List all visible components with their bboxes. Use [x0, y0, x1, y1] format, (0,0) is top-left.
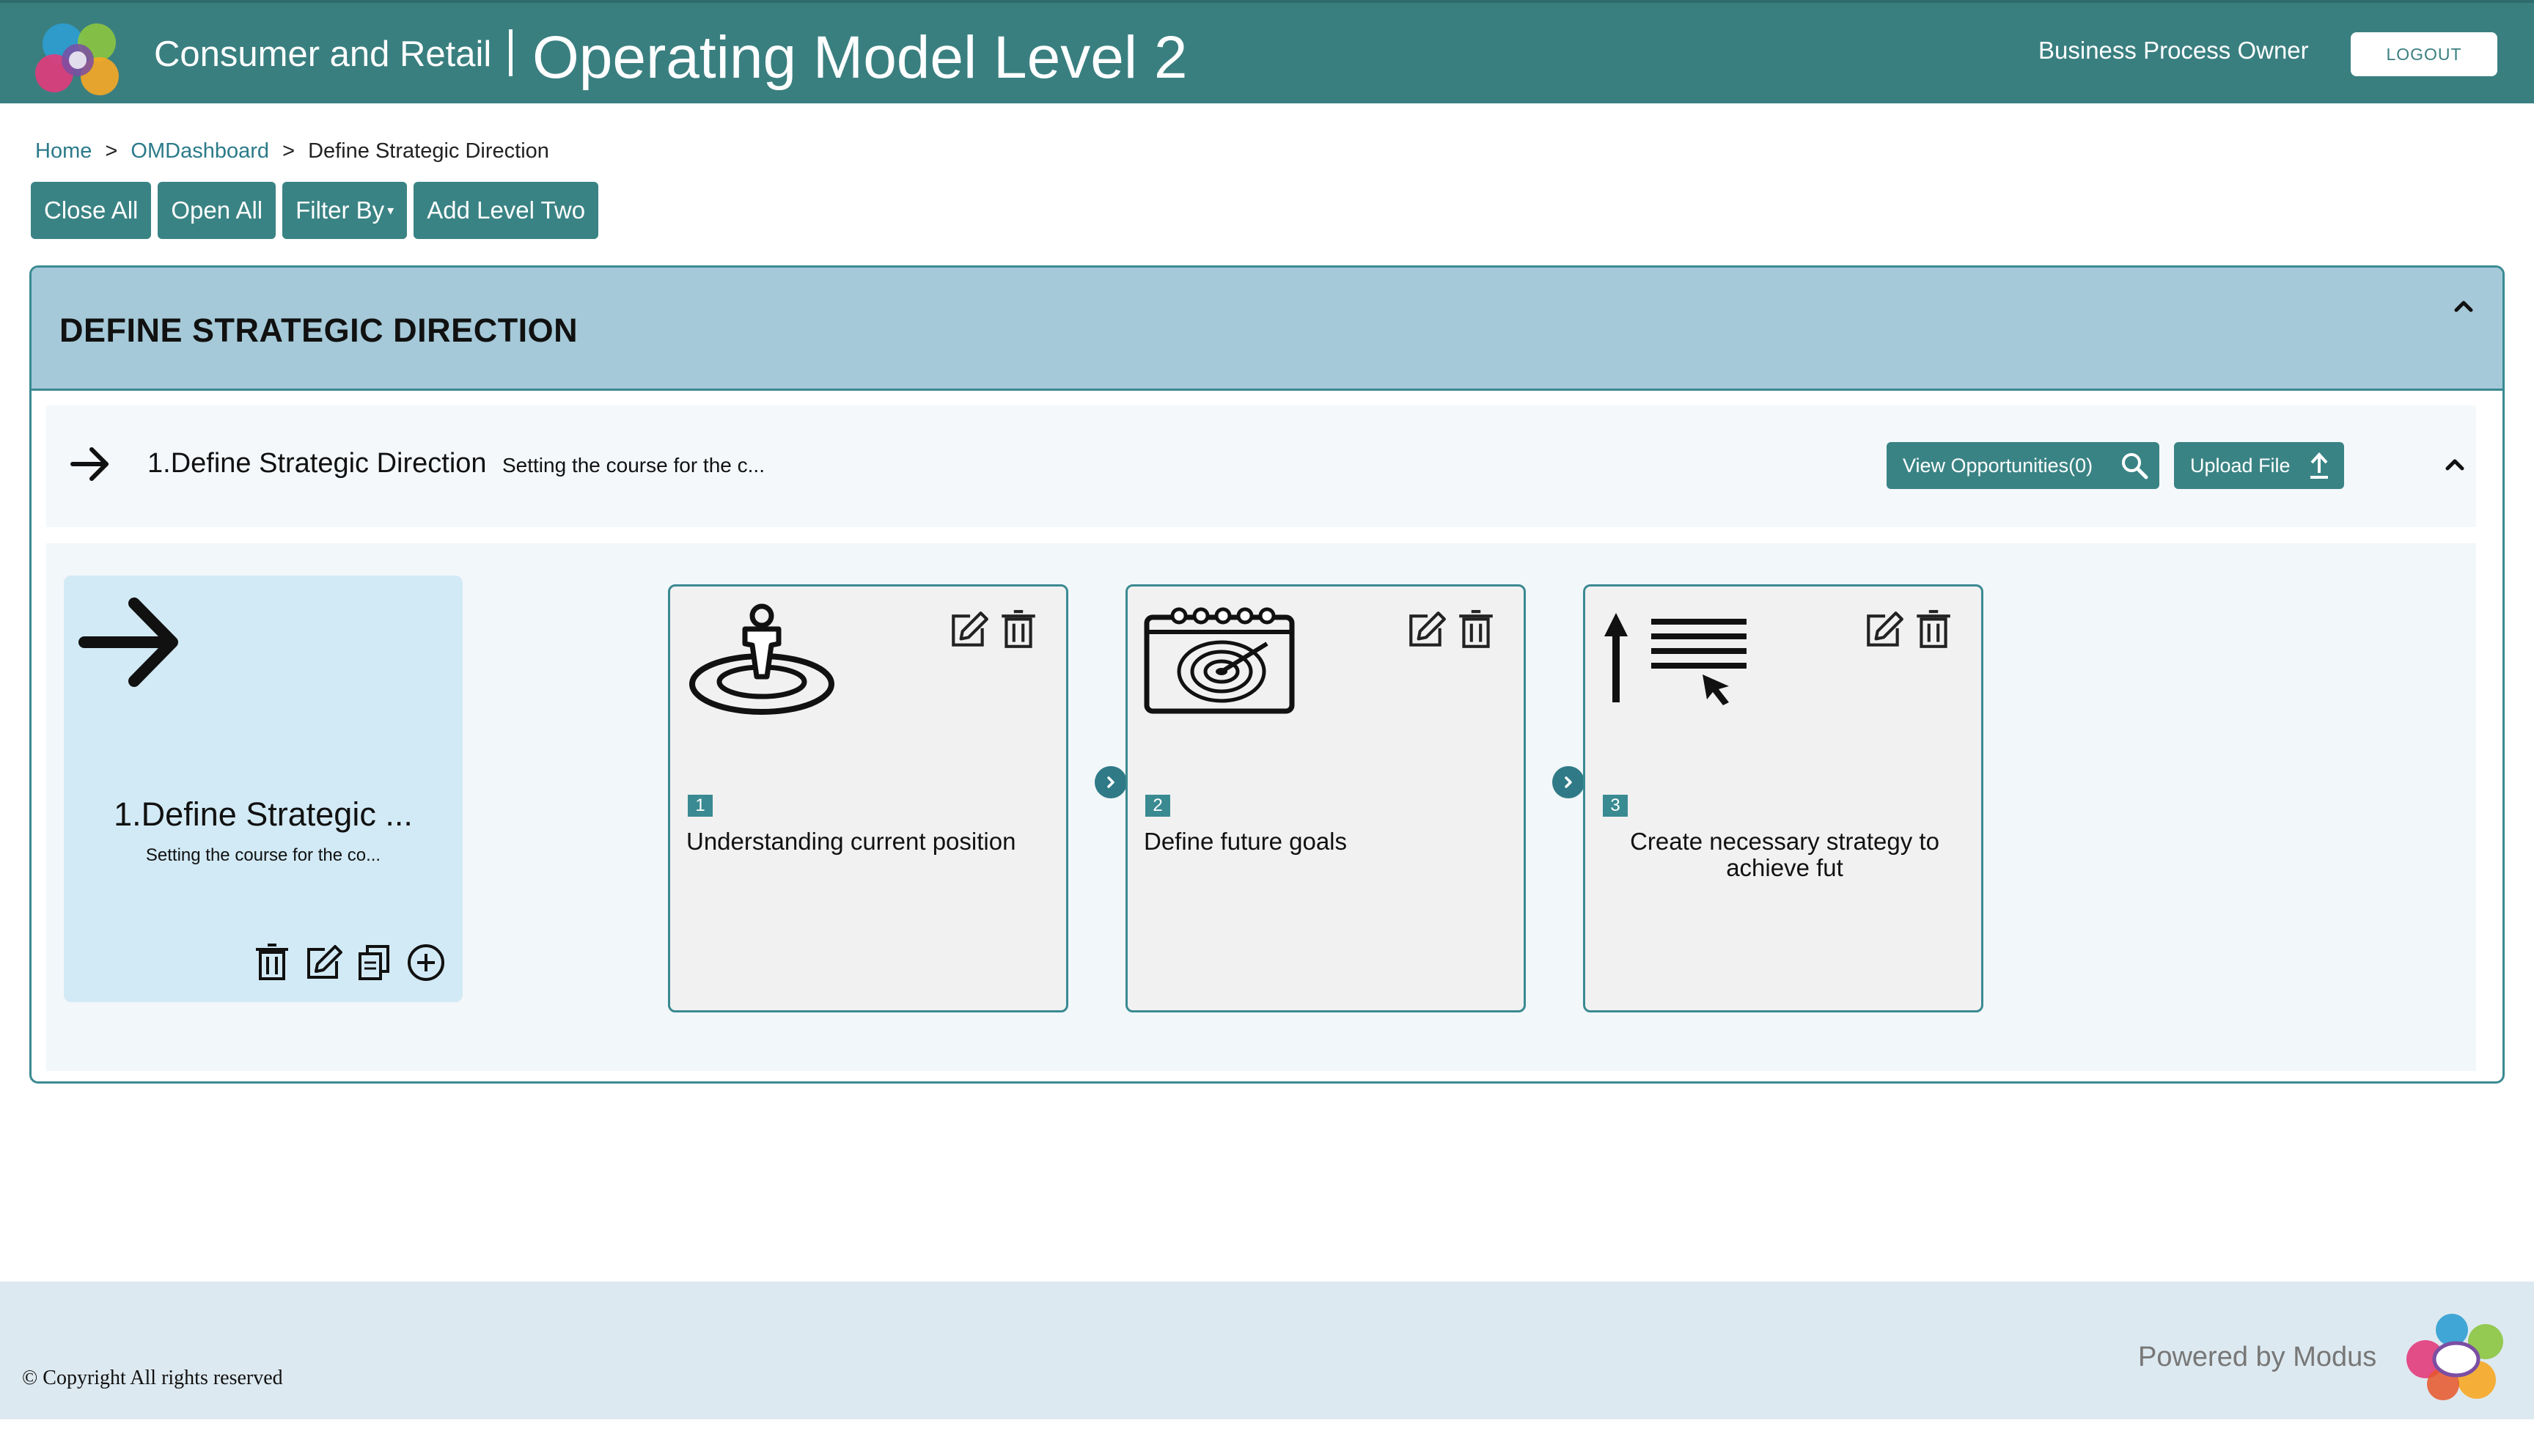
edit-icon[interactable]	[1862, 608, 1905, 651]
edit-icon[interactable]	[1405, 608, 1447, 651]
step-actions	[1405, 608, 1497, 651]
breadcrumb-current: Define Strategic Direction	[308, 139, 549, 163]
breadcrumb-separator: >	[282, 139, 295, 163]
level-one-card-actions	[251, 942, 447, 983]
top-bar: Consumer and Retail Operating Model Leve…	[0, 0, 2534, 103]
step-number-badge: 3	[1603, 795, 1628, 817]
upload-icon	[2310, 452, 2328, 479]
modus-logo-icon[interactable]	[2401, 1308, 2511, 1406]
row-description: Setting the course for the c...	[502, 454, 765, 477]
trash-icon[interactable]	[1912, 608, 1955, 651]
step-actions	[947, 608, 1040, 651]
caret-down-icon: ▾	[387, 202, 394, 218]
panel-title: DEFINE STRATEGIC DIRECTION	[59, 312, 579, 349]
breadcrumb: Home > OMDashboard > Define Strategic Di…	[35, 139, 549, 163]
step-number-badge: 2	[1145, 795, 1170, 817]
flow-arrow-icon	[1552, 766, 1584, 798]
breadcrumb-home[interactable]: Home	[35, 139, 92, 163]
trash-icon[interactable]	[997, 608, 1040, 651]
chevron-up-icon[interactable]	[2444, 454, 2466, 476]
page-heading: Operating Model Level 2	[532, 24, 1188, 91]
breadcrumb-omdashboard[interactable]: OMDashboard	[131, 139, 269, 163]
trash-icon[interactable]	[1455, 608, 1497, 651]
step-actions	[1862, 608, 1955, 651]
row-title: 1.Define Strategic Direction	[147, 448, 487, 479]
title-divider	[509, 29, 513, 76]
edit-icon[interactable]	[947, 608, 990, 651]
step-label: Create necessary strategy to achieve fut	[1630, 828, 1939, 881]
close-all-button[interactable]: Close All	[31, 182, 152, 239]
user-role: Business Process Owner	[2038, 37, 2309, 64]
level-one-card-description: Setting the course for the co...	[145, 845, 381, 865]
filter-by-label: Filter By	[295, 196, 385, 224]
trash-icon[interactable]	[251, 942, 293, 983]
copy-icon[interactable]	[354, 942, 395, 983]
step-number-badge: 1	[688, 795, 713, 817]
footer: © Copyright All rights reserved Powered …	[0, 1282, 2534, 1419]
breadcrumb-separator: >	[105, 139, 118, 163]
add-circle-icon[interactable]	[405, 942, 447, 983]
step-card-2[interactable]: 2 Define future goals	[1125, 584, 1526, 1012]
edit-icon[interactable]	[303, 942, 344, 983]
upload-file-label: Upload File	[2190, 454, 2291, 477]
arrow-right-icon	[78, 598, 178, 687]
add-level-two-button[interactable]: Add Level Two	[414, 182, 599, 239]
modus-logo-icon[interactable]	[34, 15, 129, 103]
step-label: Define future goals	[1144, 828, 1348, 855]
chevron-up-icon[interactable]	[2453, 295, 2475, 317]
toolbar: Close All Open All Filter By ▾ Add Level…	[31, 182, 599, 239]
step-card-3[interactable]: 3 Create necessary strategy to achieve f…	[1583, 584, 1983, 1012]
powered-by-text: Powered by Modus	[2138, 1342, 2377, 1372]
flow-arrow-icon	[1095, 766, 1127, 798]
calendar-target-icon	[1144, 607, 1295, 714]
level-one-card[interactable]: 1.Define Strategic ... Setting the cours…	[64, 576, 463, 1002]
copyright-text: © Copyright All rights reserved	[22, 1367, 283, 1389]
step-label: Understanding current position	[686, 828, 1016, 855]
level-one-card-title: 1.Define Strategic ...	[114, 795, 413, 833]
logout-button[interactable]: LOGOUT	[2351, 32, 2497, 76]
arrow-right-icon	[70, 447, 109, 481]
level-panel: DEFINE STRATEGIC DIRECTION 1.Define Stra…	[29, 265, 2505, 1084]
step-card-1[interactable]: 1 Understanding current position	[668, 584, 1068, 1012]
open-all-button[interactable]: Open All	[158, 182, 276, 239]
view-opportunities-button[interactable]: View Opportunities(0)	[1887, 442, 2159, 489]
arrow-list-cursor-icon	[1604, 613, 1747, 705]
upload-file-button[interactable]: Upload File	[2174, 442, 2344, 489]
search-icon	[2122, 453, 2148, 479]
level-one-row: 1.Define Strategic Direction Setting the…	[46, 405, 2476, 527]
person-on-target-icon	[689, 603, 834, 715]
panel-header[interactable]: DEFINE STRATEGIC DIRECTION	[32, 268, 2502, 391]
view-opportunities-label: View Opportunities(0)	[1903, 454, 2093, 477]
filter-by-dropdown[interactable]: Filter By ▾	[282, 182, 408, 239]
app-name: Consumer and Retail	[154, 34, 492, 74]
